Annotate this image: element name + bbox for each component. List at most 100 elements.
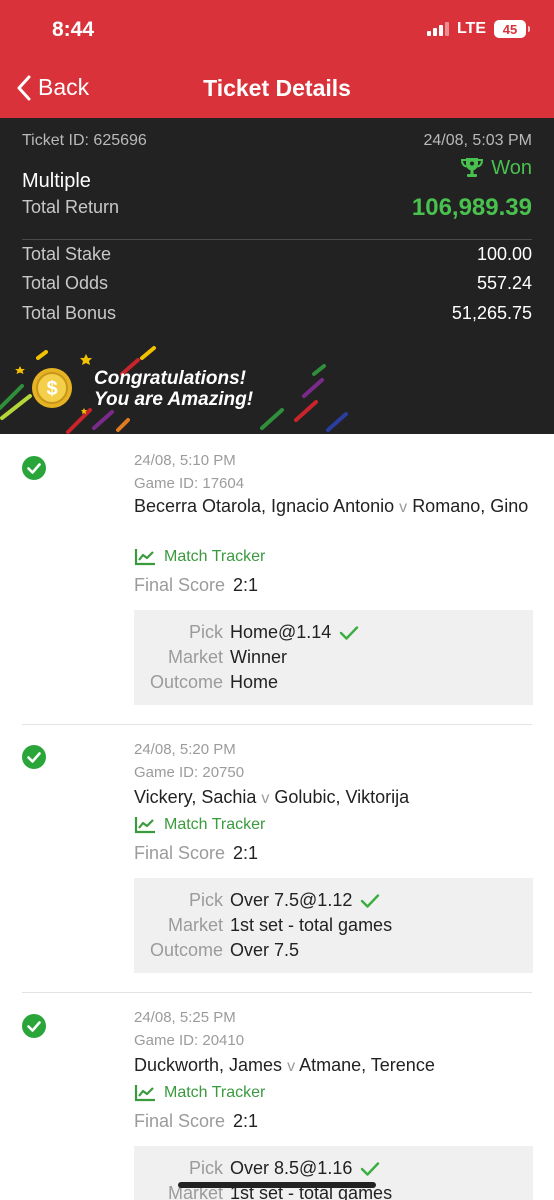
final-score-value: 2:1 (233, 575, 259, 595)
selection-datetime: 24/08, 5:25 PM (134, 1009, 236, 1026)
chart-line-icon (134, 1085, 155, 1102)
away-player: Romano, Gino (412, 496, 529, 516)
selection-game-id: Game ID: 20750 (134, 764, 245, 781)
final-score-value: 2:1 (233, 1111, 259, 1131)
pick-details: Pick Over 8.5@1.16 Market 1st set - tota… (134, 1146, 533, 1200)
check-circle-icon (22, 1014, 46, 1038)
outcome-row: Outcome Home (134, 672, 533, 696)
battery-icon: 45 (494, 20, 530, 38)
total-stake-label: Total Stake (22, 244, 112, 264)
selection-match: Duckworth, James v Atmane, Terence (134, 1053, 534, 1079)
back-button[interactable]: Back (16, 74, 89, 101)
congrats-line-2: You are Amazing! (94, 389, 254, 410)
selection-match: Vickery, Sachia v Golubic, Viktorija (134, 785, 534, 811)
check-circle-icon (22, 745, 46, 769)
selection-item: 24/08, 5:20 PM Game ID: 20750 Vickery, S… (0, 725, 554, 993)
chevron-left-icon (17, 75, 31, 100)
versus-label: v (287, 1058, 296, 1075)
match-tracker-label: Match Tracker (164, 816, 266, 833)
selection-game-id: Game ID: 20410 (134, 1032, 245, 1049)
final-score-value: 2:1 (233, 843, 259, 863)
total-bonus-value: 51,265.75 (451, 303, 532, 323)
check-icon (361, 893, 380, 908)
market-label: Market (167, 915, 223, 935)
status-time: 8:44 (52, 18, 95, 41)
total-odds-label: Total Odds (22, 273, 109, 293)
away-player: Atmane, Terence (299, 1055, 435, 1075)
home-indicator[interactable] (178, 1182, 376, 1188)
selection-datetime: 24/08, 5:10 PM (134, 452, 236, 469)
app-header: 8:44 LTE 45 Back Ticket Details (0, 0, 554, 118)
versus-label: v (399, 499, 408, 516)
check-icon (340, 625, 359, 640)
check-icon (361, 1161, 380, 1176)
network-type: LTE (456, 20, 486, 37)
match-tracker-link[interactable]: Match Tracker (134, 1084, 265, 1102)
outcome-label: Outcome (149, 940, 223, 960)
battery-level: 45 (502, 21, 518, 37)
ticket-id: Ticket ID: 625696 (22, 132, 147, 149)
divider (22, 239, 532, 240)
total-stake-row: Total Stake 100.00 (22, 244, 532, 265)
final-score-label: Final Score (134, 843, 226, 863)
final-score-label: Final Score (134, 575, 226, 595)
match-tracker-label: Match Tracker (164, 1084, 266, 1101)
market-value: Winner (230, 647, 288, 667)
total-stake-value: 100.00 (476, 244, 532, 264)
pick-label: Pick (188, 1158, 223, 1178)
check-circle-icon (22, 456, 46, 480)
final-score-label: Final Score (134, 1111, 226, 1131)
pick-row: Pick Home@1.14 (134, 622, 533, 646)
status-badge: Won (459, 156, 532, 180)
total-bonus-row: Total Bonus 51,265.75 (22, 303, 532, 324)
match-tracker-label: Match Tracker (164, 548, 266, 565)
total-odds-value: 557.24 (476, 273, 532, 293)
pick-label: Pick (188, 622, 223, 642)
outcome-value: Over 7.5 (230, 940, 300, 960)
market-label: Market (167, 647, 223, 667)
svg-text:$: $ (46, 378, 57, 400)
chart-line-icon (134, 549, 155, 566)
outcome-value: Home (230, 672, 279, 692)
cellular-signal-icon (426, 22, 449, 36)
total-odds-row: Total Odds 557.24 (22, 273, 532, 294)
ticket-date: 24/08, 5:03 PM (423, 132, 532, 149)
pick-value: Over 7.5@1.12 (230, 890, 353, 910)
selection-match: Becerra Otarola, Ignacio Antonio v Roman… (134, 494, 534, 520)
market-row: Market Winner (134, 647, 533, 671)
bet-type: Multiple (22, 170, 91, 192)
total-return-value: 106,989.39 (411, 194, 532, 221)
back-label: Back (38, 74, 90, 100)
trophy-icon (461, 158, 484, 177)
congrats-line-1: Congratulations! (94, 368, 246, 389)
outcome-row: Outcome Over 7.5 (134, 940, 533, 964)
home-player: Duckworth, James (134, 1055, 283, 1075)
congratulations-banner: $ Congratulations! You are Amazing! (0, 336, 554, 434)
coin-icon: $ (32, 368, 72, 408)
pick-value: Home@1.14 (230, 622, 332, 642)
final-score: Final Score 2:1 (134, 1111, 258, 1132)
market-row: Market 1st set - total games (134, 915, 533, 939)
versus-label: v (261, 790, 270, 807)
away-player: Golubic, Viktorija (274, 787, 410, 807)
selection-item: 24/08, 5:10 PM Game ID: 17604 Becerra Ot… (0, 434, 554, 725)
total-bonus-label: Total Bonus (22, 303, 117, 323)
selection-game-id: Game ID: 17604 (134, 475, 245, 492)
chart-line-icon (134, 817, 155, 834)
ticket-summary: Ticket ID: 625696 24/08, 5:03 PM Won Mul… (0, 118, 554, 434)
status-indicators: LTE 45 (426, 20, 530, 38)
pick-row: Pick Over 8.5@1.16 (134, 1158, 533, 1182)
outcome-label: Outcome (149, 672, 223, 692)
status-label: Won (491, 156, 532, 179)
home-player: Vickery, Sachia (134, 787, 257, 807)
match-tracker-link[interactable]: Match Tracker (134, 816, 265, 834)
match-tracker-link[interactable]: Match Tracker (134, 548, 265, 566)
pick-row: Pick Over 7.5@1.12 (134, 890, 533, 914)
home-player: Becerra Otarola, Ignacio Antonio (134, 496, 395, 516)
pick-details: Pick Over 7.5@1.12 Market 1st set - tota… (134, 878, 533, 973)
selection-item: 24/08, 5:25 PM Game ID: 20410 Duckworth,… (0, 992, 554, 1200)
confetti-decoration (0, 346, 348, 434)
total-return-label: Total Return (22, 197, 120, 217)
pick-label: Pick (188, 890, 223, 910)
pick-details: Pick Home@1.14 Market Winner Outcome Hom… (134, 610, 533, 705)
